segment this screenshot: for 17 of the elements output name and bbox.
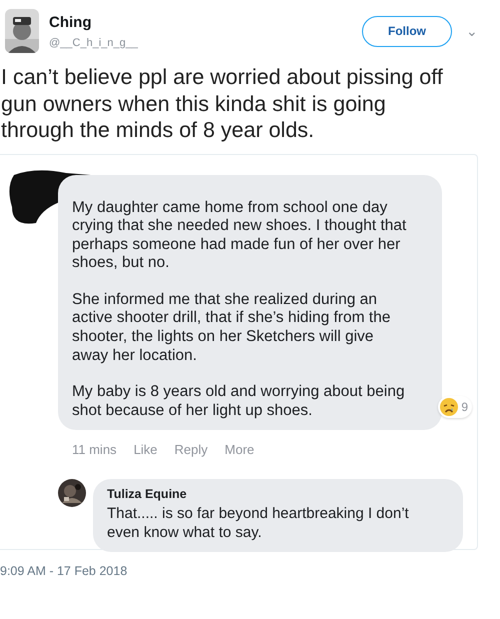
comment-text: She informed me that she realized during an active shooter drill, that if she’s hiding from the shooter, the lights on her Sketchers will give away her location.	[72, 290, 392, 366]
tweet-text: I can’t believe ppl are worried about pissing off gun owners when this kinda shit is going through the minds of 8 year olds.	[1, 64, 444, 144]
follow-button[interactable]: Follow	[362, 16, 452, 46]
reaction-count: 9	[461, 400, 468, 414]
comment-text: My daughter came home from school one day crying that she needed new shoes. I thought that perhaps someone had made fun of her over her shoes, but no.	[72, 198, 408, 273]
comment-action[interactable]: More	[224, 442, 254, 458]
caret-icon[interactable]: ⌄	[466, 24, 478, 38]
reply-author: Tuliza Equine	[107, 487, 188, 502]
comment-text: My baby is 8 years old and worrying about being shot because of her light up shoes.	[72, 383, 406, 420]
tweet-timestamp: 9:09 AM - 17 Feb 2018	[0, 564, 128, 578]
comment-action[interactable]: Reply	[174, 442, 208, 458]
comment-action[interactable]: Like	[134, 442, 158, 458]
reply-text: That..... is so far beyond heartbreaking I don’t even know what to say.	[107, 504, 410, 542]
comment-time: 11 mins	[72, 442, 117, 458]
author-handle: @__C_h_i_n_g__	[49, 36, 139, 48]
author-name: Ching	[49, 14, 92, 32]
sad-emoji-icon	[439, 397, 460, 418]
